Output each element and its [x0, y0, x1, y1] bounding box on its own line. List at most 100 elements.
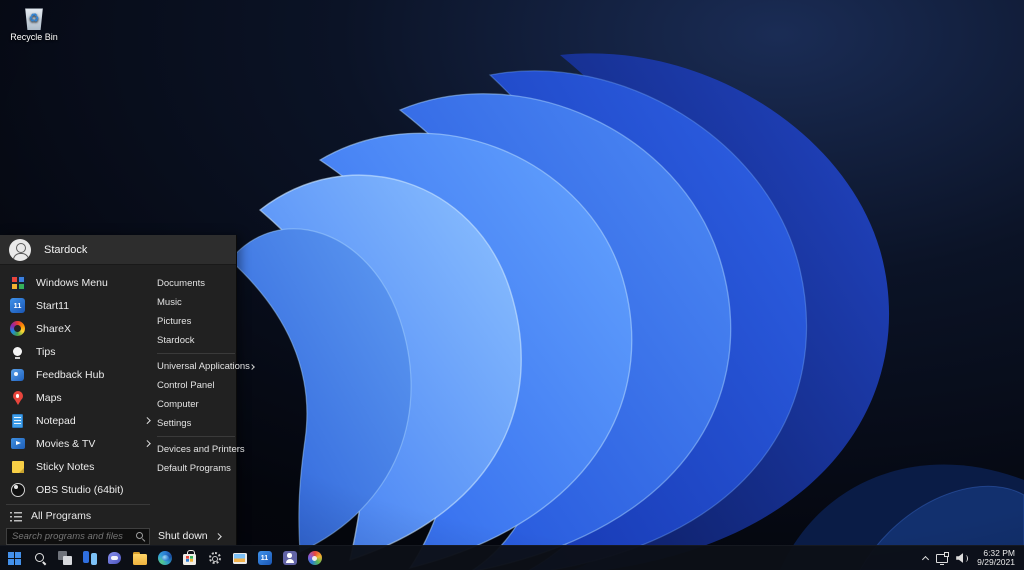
taskbar-photos-button[interactable]: [227, 546, 252, 570]
item-label: Control Panel: [157, 380, 215, 391]
user-avatar[interactable]: [9, 239, 31, 261]
taskbar-teams-button[interactable]: [277, 546, 302, 570]
startmenu-item-computer[interactable]: Computer: [157, 395, 235, 414]
display-tray-icon[interactable]: [936, 554, 948, 563]
taskbar-widgets-button[interactable]: [77, 546, 102, 570]
search-icon: [136, 532, 145, 541]
taskbar-task-view-button[interactable]: [52, 546, 77, 570]
search-input[interactable]: [6, 528, 150, 545]
item-label: Music: [157, 297, 182, 308]
startmenu-item-movies-tv[interactable]: Movies & TV: [4, 432, 154, 455]
item-label: Default Programs: [157, 463, 231, 474]
task-view-icon: [58, 551, 72, 565]
item-label: Pictures: [157, 316, 191, 327]
windows-logo-icon: [8, 552, 21, 565]
item-label: Sticky Notes: [36, 461, 149, 473]
sticky-notes-icon: [9, 458, 26, 475]
taskbar-paint-button[interactable]: [302, 546, 327, 570]
startmenu-item-start11[interactable]: Start11: [4, 294, 154, 317]
chevron-right-icon: [215, 533, 221, 539]
startmenu-item-tips[interactable]: Tips: [4, 340, 154, 363]
taskbar-settings-button[interactable]: [202, 546, 227, 570]
photos-icon: [233, 553, 247, 564]
taskbar-chat-button[interactable]: [102, 546, 127, 570]
feedback-hub-icon: [9, 366, 26, 383]
startmenu-item-default-programs[interactable]: Default Programs: [157, 459, 235, 478]
startmenu-item-obs-studio[interactable]: OBS Studio (64bit): [4, 478, 154, 501]
all-programs-button[interactable]: All Programs: [10, 508, 91, 524]
user-name: Stardock: [44, 244, 87, 256]
chevron-up-icon[interactable]: [922, 556, 929, 563]
startmenu-item-sticky-notes[interactable]: Sticky Notes: [4, 455, 154, 478]
sharex-icon: [9, 320, 26, 337]
taskbar-clock[interactable]: 6:32 PM 9/29/2021: [977, 549, 1015, 568]
chat-icon: [108, 552, 121, 564]
startmenu-item-music[interactable]: Music: [157, 293, 235, 312]
store-icon: [183, 554, 196, 565]
item-label: Feedback Hub: [36, 369, 149, 381]
startmenu-item-windows-menu[interactable]: Windows Menu: [4, 271, 154, 294]
widgets-icon: [83, 551, 97, 565]
startmenu-item-notepad[interactable]: Notepad: [4, 409, 154, 432]
recycle-bin-label: Recycle Bin: [4, 32, 64, 42]
start11-icon: [258, 551, 272, 565]
startmenu-item-sharex[interactable]: ShareX: [4, 317, 154, 340]
windows-menu-icon: [9, 274, 26, 291]
startmenu-item-control-panel[interactable]: Control Panel: [157, 376, 235, 395]
speaker-icon[interactable]: [956, 553, 969, 563]
startmenu-item-maps[interactable]: Maps: [4, 386, 154, 409]
item-label: Notepad: [36, 415, 135, 427]
maps-icon: [9, 389, 26, 406]
taskbar-edge-button[interactable]: [152, 546, 177, 570]
start-menu-body: Windows Menu Start11 ShareX Tips Feedbac…: [0, 265, 236, 545]
item-label: Tips: [36, 346, 149, 358]
start-menu-right-column: Documents Music Pictures Stardock Univer…: [157, 274, 235, 478]
start11-icon: [9, 297, 26, 314]
chevron-right-icon: [144, 440, 150, 446]
item-label: Stardock: [157, 335, 195, 346]
notepad-icon: [9, 412, 26, 429]
item-label: OBS Studio (64bit): [36, 484, 149, 496]
teams-icon: [283, 551, 297, 565]
shutdown-button[interactable]: Shut down: [158, 530, 220, 542]
startmenu-item-pictures[interactable]: Pictures: [157, 312, 235, 331]
tray-date: 9/29/2021: [977, 558, 1015, 568]
item-label: Devices and Printers: [157, 444, 245, 455]
start-menu-left-column: Windows Menu Start11 ShareX Tips Feedbac…: [4, 271, 154, 501]
item-label: Maps: [36, 392, 149, 404]
item-label: Documents: [157, 278, 205, 289]
search-icon: [34, 552, 46, 564]
recycle-bin-icon[interactable]: ♻ Recycle Bin: [4, 5, 64, 42]
shutdown-label: Shut down: [158, 530, 208, 542]
separator: [6, 504, 150, 505]
search-box: [6, 528, 150, 545]
system-tray: 6:32 PM 9/29/2021: [923, 549, 1022, 568]
startmenu-item-devices-and-printers[interactable]: Devices and Printers: [157, 440, 235, 459]
separator: [157, 436, 235, 437]
startmenu-item-universal-applications[interactable]: Universal Applications: [157, 357, 235, 376]
all-programs-list-icon: [10, 510, 22, 522]
item-label: Universal Applications: [157, 361, 250, 372]
startmenu-item-documents[interactable]: Documents: [157, 274, 235, 293]
taskbar-file-explorer-button[interactable]: [127, 546, 152, 570]
gear-icon: [209, 552, 221, 564]
taskbar-search-button[interactable]: [27, 546, 52, 570]
startmenu-item-stardock[interactable]: Stardock: [157, 331, 235, 350]
start-menu: Stardock Windows Menu Start11 ShareX Tip…: [0, 235, 237, 545]
startmenu-item-settings[interactable]: Settings: [157, 414, 235, 433]
taskbar-start-button[interactable]: [2, 546, 27, 570]
movies-tv-icon: [9, 435, 26, 452]
edge-icon: [158, 551, 172, 565]
separator: [157, 353, 235, 354]
item-label: ShareX: [36, 323, 149, 335]
file-explorer-icon: [133, 554, 147, 565]
recycle-symbol-icon: ♻: [23, 12, 45, 24]
taskbar-store-button[interactable]: [177, 546, 202, 570]
obs-studio-icon: [9, 481, 26, 498]
startmenu-item-feedback-hub[interactable]: Feedback Hub: [4, 363, 154, 386]
paint-icon: [308, 551, 322, 565]
taskbar-start11-button[interactable]: [252, 546, 277, 570]
item-label: Windows Menu: [36, 277, 149, 289]
start-menu-user-header[interactable]: Stardock: [0, 235, 236, 265]
taskbar: 6:32 PM 9/29/2021: [0, 545, 1024, 570]
